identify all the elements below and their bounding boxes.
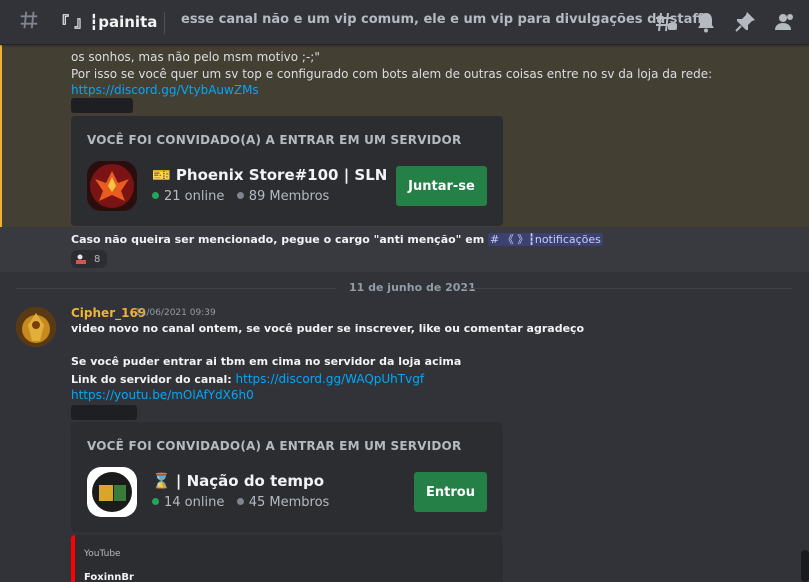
spoiler-block[interactable] [71, 405, 137, 420]
embed-author[interactable]: FoxinnBr [84, 572, 134, 582]
embed-provider: YouTube [84, 549, 121, 559]
invite-link[interactable]: https://discord.gg/WAQpUhTvgf [236, 372, 425, 386]
mention-notice-text: Caso não queira ser mencionado, pegue o … [71, 233, 485, 246]
server-invite-card: VOCÊ FOI CONVIDADO(A) A ENTRAR EM UM SER… [71, 116, 503, 226]
link-label: Link do servidor do canal: [71, 373, 232, 386]
server-stats: 21 online 89 Membros [152, 189, 329, 204]
message-line: Link do servidor do canal: https://disco… [71, 372, 424, 386]
channel-header: 『 』┇painita esse canal não e um vip comu… [0, 0, 809, 45]
channel-mention[interactable]: # 《 》┇notificações [488, 233, 603, 246]
online-count: 21 online [164, 189, 225, 204]
youtube-embed: YouTube FoxinnBr [71, 535, 503, 582]
members-icon[interactable] [773, 10, 797, 34]
youtube-link[interactable]: https://youtu.be/mOlAfYdX6h0 [71, 388, 254, 402]
channel-topic[interactable]: esse canal não e um vip comum, ele e um … [181, 12, 703, 27]
mention-notice: Caso não queira ser mencionado, pegue o … [71, 231, 603, 247]
message-line: Se você puder entrar ai tbm em cima no s… [71, 355, 462, 368]
members-dot [236, 192, 244, 199]
reaction-emoji-icon [76, 254, 86, 264]
server-invite-card: VOCÊ FOI CONVIDADO(A) A ENTRAR EM UM SER… [71, 422, 503, 532]
join-button[interactable]: Juntar-se [396, 166, 487, 206]
message-line: Por isso se você quer um sv top e config… [71, 67, 713, 81]
server-icon [87, 467, 137, 517]
hashtag-icon [20, 11, 38, 29]
avatar[interactable] [16, 307, 56, 347]
server-name: ⌛ | Nação do tempo [152, 472, 325, 490]
date-separator-text: 11 de junho de 2021 [349, 281, 476, 294]
bell-icon[interactable] [694, 10, 718, 34]
member-count: 89 Membros [248, 189, 330, 204]
online-dot [152, 192, 159, 199]
message-line: os sonhos, mas não pelo msm motivo ;-;" [71, 50, 320, 64]
online-dot [152, 498, 159, 505]
message-timestamp: 11/06/2021 09:39 [135, 308, 216, 318]
members-dot [236, 498, 244, 505]
reaction[interactable]: 8 [71, 250, 107, 268]
scrollbar-thumb[interactable] [801, 550, 809, 582]
date-separator: 11 de junho de 2021 [0, 281, 809, 294]
invite-title: VOCÊ FOI CONVIDADO(A) A ENTRAR EM UM SER… [87, 133, 462, 147]
message-list: os sonhos, mas não pelo msm motivo ;-;" … [0, 45, 809, 582]
reaction-count: 8 [94, 253, 101, 265]
message-line: video novo no canal ontem, se você puder… [71, 322, 585, 335]
server-icon [87, 161, 137, 211]
joined-button[interactable]: Entrou [414, 472, 487, 512]
threads-icon[interactable] [654, 10, 678, 34]
server-stats: 14 online 45 Membros [152, 495, 329, 510]
invite-link[interactable]: https://discord.gg/VtybAuwZMs [71, 83, 259, 97]
online-count: 14 online [164, 495, 225, 510]
spoiler-block[interactable] [71, 98, 133, 113]
invite-title: VOCÊ FOI CONVIDADO(A) A ENTRAR EM UM SER… [87, 439, 462, 453]
member-count: 45 Membros [248, 495, 330, 510]
pin-icon[interactable] [733, 10, 757, 34]
server-name: 🎫 Phoenix Store#100 | SLN [152, 166, 388, 184]
channel-name: 『 』┇painita [54, 13, 158, 31]
header-divider [164, 12, 165, 34]
